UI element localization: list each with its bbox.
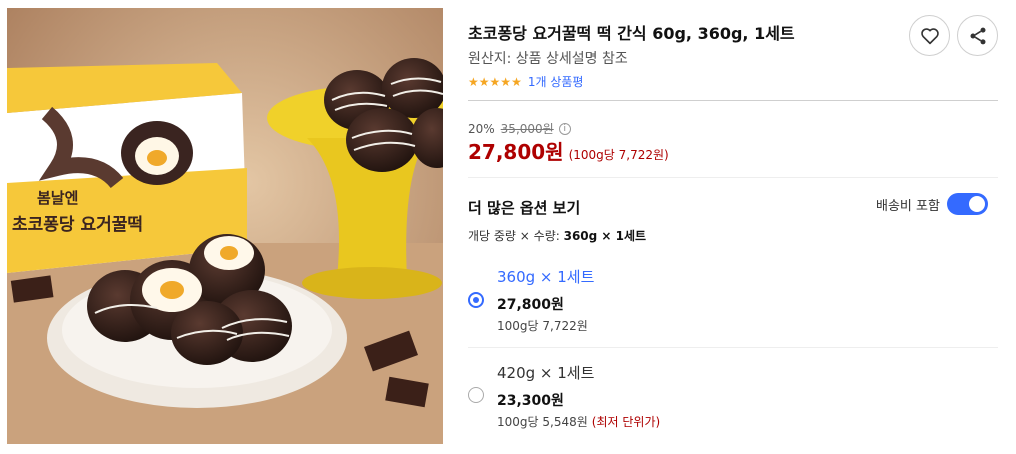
divider [468,177,998,178]
wishlist-button[interactable] [909,15,950,56]
option-item[interactable]: 420g × 1세트 23,300원 100g당 5,548원 (최저 단위가) [468,358,998,442]
discount-row: 20% 35,000원 i [468,120,571,137]
discount-rate: 20% [468,121,495,136]
heart-icon [920,27,939,44]
option-header-value: 360g × 1세트 [563,229,647,243]
rating-stars: ★ ★ ★ ★ ★ [468,75,522,89]
share-icon [970,27,985,44]
product-photo-illustration: 봄날엔 초코퐁당 요거꿀떡 [7,8,443,444]
option-radio[interactable] [468,387,484,403]
option-header: 개당 중량 × 수량: 360g × 1세트 [468,227,646,244]
option-unit-price: 100g당 5,548원 [497,415,588,429]
box-name-text: 초코퐁당 요거꿀떡 [12,215,143,235]
option-price: 27,800원 [497,297,564,313]
product-origin: 원산지: 상품 상세설명 참조 [468,51,628,67]
option-price: 23,300원 [497,393,564,409]
more-options-title: 더 많은 옵션 보기 [468,199,581,217]
option-unit-price: 100g당 7,722원 [497,319,588,333]
option-radio-selected[interactable] [468,292,484,308]
unit-price: (100g당 7,722원) [568,148,669,162]
divider [468,100,998,101]
shipping-toggle-row: 배송비 포함 [876,193,988,215]
box-brand-text: 봄날엔 [37,189,78,207]
option-header-label: 개당 중량 × 수량: [468,229,564,243]
info-icon[interactable]: i [558,122,571,135]
star-icon: ★ [500,74,512,89]
divider [468,347,998,348]
product-title: 초코퐁당 요거꿀떡 떡 간식 60g, 360g, 1세트 [468,24,795,43]
original-price: 35,000원 [500,122,554,136]
option-unit-price-row: 100g당 5,548원 (최저 단위가) [497,413,660,430]
option-name: 420g × 1세트 [497,364,595,382]
star-icon: ★ [489,74,501,89]
star-icon: ★ [511,74,522,89]
shipping-included-label: 배송비 포함 [876,198,940,214]
option-item[interactable]: 360g × 1세트 27,800원 100g당 7,722원 [468,262,998,346]
product-image[interactable]: 봄날엔 초코퐁당 요거꿀떡 [7,8,443,444]
share-button[interactable] [957,15,998,56]
rating-row: ★ ★ ★ ★ ★ 1개 상품평 [468,73,583,90]
star-icon: ★ [478,74,490,89]
product-info-panel: 초코퐁당 요거꿀떡 떡 간식 60g, 360g, 1세트 원산지: 상품 상세… [468,0,998,454]
option-name: 360g × 1세트 [497,268,595,286]
lowest-unit-price-note: (최저 단위가) [591,415,661,429]
star-icon: ★ [468,74,479,89]
sale-price: 27,800원 [468,140,564,164]
price-row: 27,800원 (100g당 7,722원) [468,136,669,165]
toggle-knob [968,196,985,212]
shipping-included-toggle[interactable] [946,193,988,215]
review-count-link[interactable]: 1개 상품평 [528,73,584,90]
